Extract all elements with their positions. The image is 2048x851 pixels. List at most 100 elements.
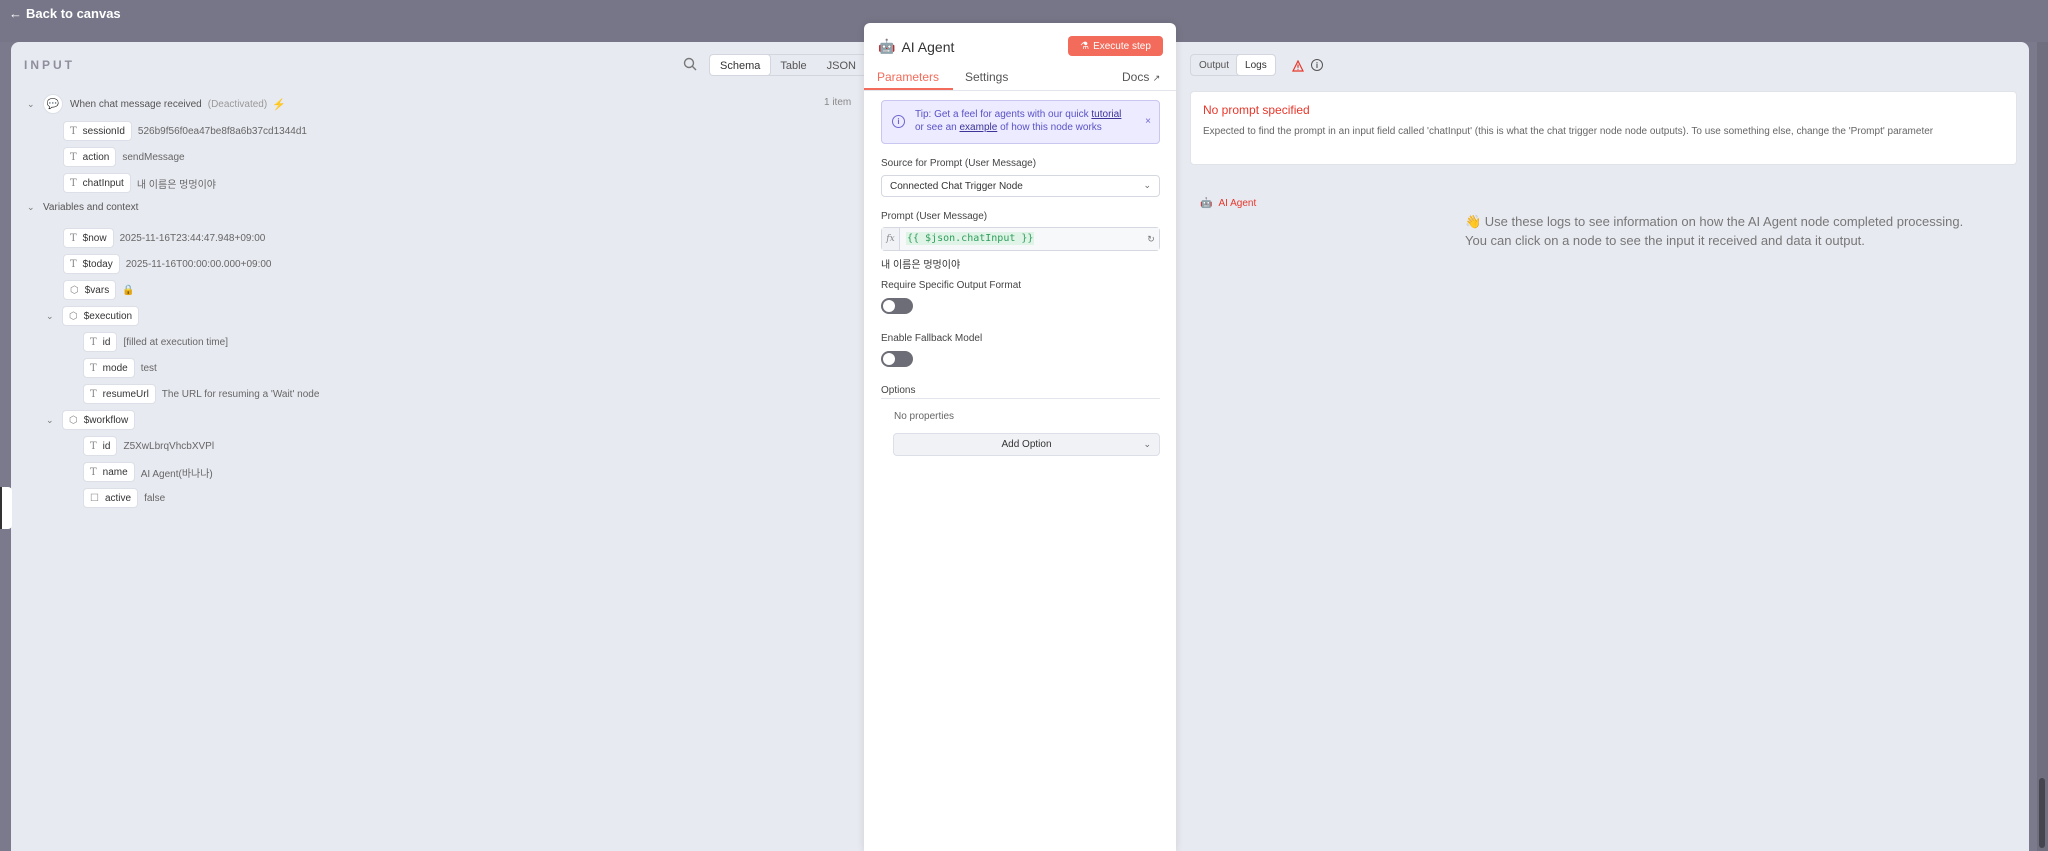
field-key: $workflow xyxy=(83,414,129,426)
field-row[interactable]: Tmode test xyxy=(83,358,157,378)
field-pill[interactable]: ⬡ $vars xyxy=(63,280,117,300)
divider xyxy=(881,398,1160,399)
chevron-down-icon[interactable]: ⌄ xyxy=(27,99,37,110)
logs-hint-line1: 👋 Use these logs to see information on h… xyxy=(1465,214,1964,229)
active-tab-underline xyxy=(864,88,953,90)
robot-icon: 🤖 xyxy=(878,38,896,54)
fallback-label: Enable Fallback Model xyxy=(881,333,983,344)
error-title: No prompt specified xyxy=(1203,103,1310,117)
close-icon[interactable]: × xyxy=(1145,115,1151,128)
field-row[interactable]: TsessionId 526b9f56f0ea47be8f8a6b37cd134… xyxy=(63,121,307,141)
field-row[interactable]: TchatInput 내 이름은 멍멍이야 xyxy=(63,173,216,193)
chevron-down-icon: ⌄ xyxy=(1143,180,1151,190)
node-tabs: Parameters Settings Docs ↗ xyxy=(864,65,1176,91)
trigger-name: When chat message received xyxy=(70,98,202,110)
field-value: [filled at execution time] xyxy=(123,336,228,348)
object-type-icon: ⬡ xyxy=(69,310,78,322)
field-pill[interactable]: ⬡ $execution xyxy=(62,306,140,326)
field-value: false xyxy=(144,492,166,504)
field-pill[interactable]: TsessionId xyxy=(63,121,132,141)
log-entry-ai-agent[interactable]: 🤖 AI Agent xyxy=(1200,198,1256,209)
add-option-button[interactable]: Add Option ⌄ xyxy=(893,433,1160,456)
field-row[interactable]: Tid [filled at execution time] xyxy=(83,332,228,352)
field-key: resumeUrl xyxy=(102,388,149,400)
field-value: Z5XwLbrqVhcbXVPl xyxy=(123,440,215,452)
trigger-node-row[interactable]: ⌄ 💬 When chat message received (Deactiva… xyxy=(27,94,286,114)
field-key: name xyxy=(102,466,128,478)
field-row[interactable]: ☐ active false xyxy=(83,488,165,508)
field-row[interactable]: Taction sendMessage xyxy=(63,147,185,167)
field-pill[interactable]: ⬡ $workflow xyxy=(62,410,136,430)
tip-callout: i Tip: Get a feel for agents with our qu… xyxy=(881,100,1160,144)
fx-icon: fx xyxy=(882,228,900,250)
source-select[interactable]: Connected Chat Trigger Node ⌄ xyxy=(881,175,1160,197)
field-pill[interactable]: T $now xyxy=(63,228,114,248)
tab-settings[interactable]: Settings xyxy=(965,70,1008,84)
field-value: The URL for resuming a 'Wait' node xyxy=(161,388,320,400)
error-description: Expected to find the prompt in an input … xyxy=(1203,126,1934,137)
scrollbar-thumb[interactable] xyxy=(2039,778,2045,848)
chevron-down-icon: ⌄ xyxy=(1143,439,1151,449)
field-pill[interactable]: TresumeUrl xyxy=(83,384,156,404)
tab-output[interactable]: Output xyxy=(1191,55,1237,75)
field-key: mode xyxy=(102,362,128,374)
tab-schema[interactable]: Schema xyxy=(710,55,771,75)
workflow-row[interactable]: ⌄ ⬡ $workflow xyxy=(46,410,141,430)
execute-step-button[interactable]: ⚗ Execute step xyxy=(1068,36,1163,56)
flask-icon: ⚗ xyxy=(1080,40,1090,52)
field-pill[interactable]: Tid xyxy=(83,436,118,456)
scrollbar-track xyxy=(2037,42,2048,851)
execution-row[interactable]: ⌄ ⬡ $execution xyxy=(46,306,145,326)
text-type-icon: T xyxy=(70,151,77,163)
node-settings-panel: 🤖 AI Agent ⚗ Execute step Parameters Set… xyxy=(864,23,1176,851)
var-row[interactable]: ⬡ $vars 🔒 xyxy=(63,280,135,300)
field-key: chatInput xyxy=(82,177,124,189)
field-pill[interactable]: Tname xyxy=(83,462,135,482)
back-to-canvas-button[interactable]: ← Back to canvas xyxy=(9,6,121,21)
prompt-expression: {{ $json.chatInput }} xyxy=(906,232,1035,245)
field-pill[interactable]: Tid xyxy=(83,332,118,352)
var-row[interactable]: T $now 2025-11-16T23:44:47.948+09:00 xyxy=(63,228,265,248)
prompt-preview: 내 이름은 멍멍이야 xyxy=(881,260,961,271)
field-pill[interactable]: TchatInput xyxy=(63,173,131,193)
field-row[interactable]: Tid Z5XwLbrqVhcbXVPl xyxy=(83,436,214,456)
search-icon[interactable] xyxy=(683,57,697,71)
source-value: Connected Chat Trigger Node xyxy=(890,181,1023,192)
vars-section-row[interactable]: ⌄ Variables and context xyxy=(27,202,138,213)
warning-icon xyxy=(1292,60,1304,72)
tab-table[interactable]: Table xyxy=(770,55,816,75)
input-heading: INPUT xyxy=(24,58,75,72)
text-type-icon: T xyxy=(90,440,97,452)
var-row[interactable]: T $today 2025-11-16T00:00:00.000+09:00 xyxy=(63,254,271,274)
tab-docs[interactable]: Docs ↗ xyxy=(1122,70,1160,84)
chevron-down-icon[interactable]: ⌄ xyxy=(27,202,37,213)
source-label: Source for Prompt (User Message) xyxy=(881,158,1037,169)
output-format-toggle[interactable] xyxy=(881,298,913,314)
field-pill[interactable]: Tmode xyxy=(83,358,135,378)
info-icon[interactable]: i xyxy=(1311,59,1323,71)
tab-json[interactable]: JSON xyxy=(817,55,866,75)
expand-icon[interactable]: ↻ xyxy=(1143,228,1159,250)
panel-drag-handle[interactable] xyxy=(0,487,12,529)
log-entry-label: AI Agent xyxy=(1218,198,1257,209)
field-row[interactable]: Tname AI Agent(바나나) xyxy=(83,462,213,482)
tutorial-link[interactable]: tutorial xyxy=(1091,109,1121,120)
chevron-down-icon[interactable]: ⌄ xyxy=(46,415,56,426)
field-key: $vars xyxy=(84,284,110,296)
field-pill[interactable]: T $today xyxy=(63,254,120,274)
tab-parameters[interactable]: Parameters xyxy=(877,70,939,84)
field-value: sendMessage xyxy=(122,151,185,163)
text-type-icon: T xyxy=(70,177,77,189)
example-link[interactable]: example xyxy=(959,122,997,133)
no-properties-text: No properties xyxy=(894,411,955,422)
fallback-toggle[interactable] xyxy=(881,351,913,367)
chevron-down-icon[interactable]: ⌄ xyxy=(46,311,56,322)
text-type-icon: T xyxy=(90,362,97,374)
tab-logs[interactable]: Logs xyxy=(1237,55,1275,75)
field-pill[interactable]: ☐ active xyxy=(83,488,139,508)
field-row[interactable]: TresumeUrl The URL for resuming a 'Wait'… xyxy=(83,384,319,404)
arrow-left-icon: ← xyxy=(9,6,22,21)
prompt-expression-field[interactable]: fx {{ $json.chatInput }} ↻ xyxy=(881,227,1160,251)
field-pill[interactable]: Taction xyxy=(63,147,117,167)
field-value: 2025-11-16T23:44:47.948+09:00 xyxy=(119,232,266,244)
